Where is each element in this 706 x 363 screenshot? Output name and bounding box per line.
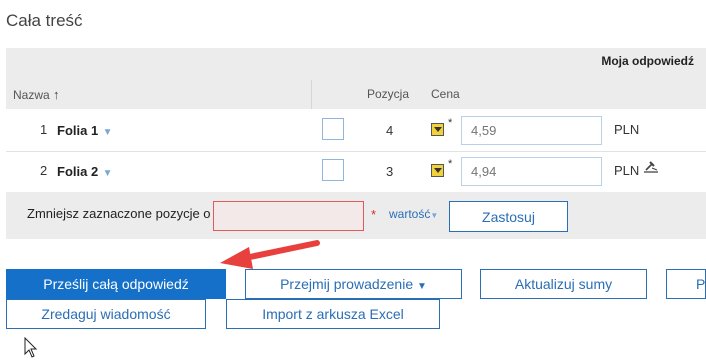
row-checkbox[interactable] xyxy=(322,159,344,181)
chevron-down-icon[interactable]: ▼ xyxy=(103,127,113,138)
reduce-mode-dropdown[interactable]: wartość▼ xyxy=(389,207,438,221)
currency-label: PLN xyxy=(614,122,640,137)
gavel-icon[interactable] xyxy=(642,160,660,176)
column-price-header: Cena xyxy=(431,87,460,101)
column-position-header: Pozycja xyxy=(367,87,410,101)
partial-button[interactable]: P xyxy=(666,269,706,299)
update-sums-button[interactable]: Aktualizuj sumy xyxy=(480,269,647,299)
row-number: 1 xyxy=(40,122,48,137)
required-asterisk: * xyxy=(448,158,453,170)
price-input[interactable] xyxy=(461,157,602,186)
take-over-button[interactable]: Przejmij prowadzenie ▼ xyxy=(245,269,462,299)
item-name-folia-2[interactable]: Folia 2 ▼ xyxy=(57,163,113,181)
currency-label: PLN xyxy=(614,163,640,178)
apply-button[interactable]: Zastosuj xyxy=(449,201,568,232)
chevron-down-icon: ▼ xyxy=(430,211,439,220)
column-name-header[interactable]: Nazwa ↑ xyxy=(13,87,60,102)
my-answer-header: Moja odpowiedź xyxy=(601,54,694,68)
price-input[interactable] xyxy=(461,116,602,145)
import-excel-button[interactable]: Import z arkusza Excel xyxy=(226,299,440,329)
required-asterisk: * xyxy=(371,207,377,222)
arrow-annotation-icon xyxy=(220,240,320,269)
sort-ascending-icon: ↑ xyxy=(53,87,60,102)
item-name-folia-1[interactable]: Folia 1 ▼ xyxy=(57,122,113,140)
submit-all-button[interactable]: Prześlij całą odpowiedź xyxy=(6,269,226,299)
chevron-down-icon[interactable]: ▼ xyxy=(103,168,113,179)
reduce-amount-input[interactable] xyxy=(213,201,364,231)
column-name-label: Nazwa xyxy=(13,88,50,102)
bid-indicator-icon[interactable] xyxy=(431,123,444,136)
edit-message-button[interactable]: Zredaguj wiadomość xyxy=(6,299,206,329)
column-divider xyxy=(311,80,312,109)
take-over-label: Przejmij prowadzenie xyxy=(280,276,414,292)
page-title: Cała treść xyxy=(6,11,83,30)
mouse-cursor-icon xyxy=(24,337,38,358)
item-name-label: Folia 1 xyxy=(57,123,99,138)
reduce-label: Zmniejsz zaznaczone pozycje o xyxy=(27,206,211,221)
position-value: 4 xyxy=(386,123,394,138)
required-asterisk: * xyxy=(448,117,453,129)
row-divider xyxy=(6,151,706,152)
item-name-label: Folia 2 xyxy=(57,164,99,179)
row-number: 2 xyxy=(40,163,48,178)
caret-down-icon: ▼ xyxy=(417,281,427,292)
row-checkbox[interactable] xyxy=(322,118,344,140)
bid-indicator-icon[interactable] xyxy=(431,164,444,177)
reduce-mode-label: wartość xyxy=(389,207,431,221)
position-value: 3 xyxy=(386,164,394,179)
